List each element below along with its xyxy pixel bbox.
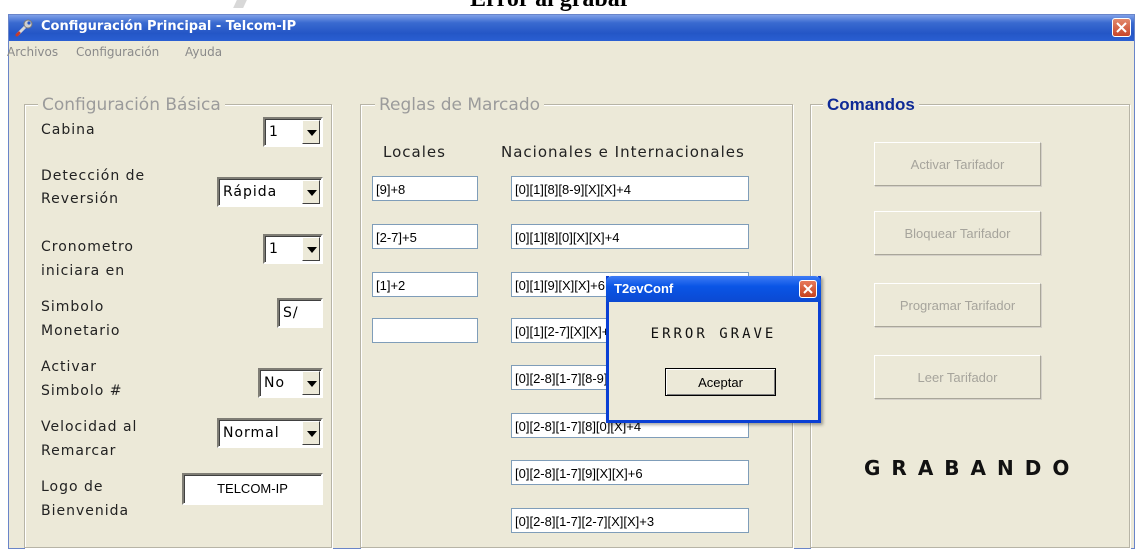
deteccion-label-2: Reversión xyxy=(41,191,119,207)
velocidad-label-2: Remarcar xyxy=(41,443,117,459)
cabina-label: Cabina xyxy=(41,122,96,138)
locales-field-4[interactable] xyxy=(372,318,478,343)
cabina-value: 1 xyxy=(269,124,279,140)
activar-select[interactable]: No xyxy=(258,368,323,398)
dialog-title-bar[interactable]: T2evConf xyxy=(606,276,821,302)
cronometro-select[interactable]: 1 xyxy=(263,234,323,264)
logo-input[interactable]: TELCOM-IP xyxy=(182,473,323,505)
window-close-button[interactable] xyxy=(1112,18,1131,37)
cronometro-label-1: Cronometro xyxy=(41,239,134,255)
nacionales-field-2[interactable]: [0][1][8][0][X][X]+4 xyxy=(511,224,749,249)
chevron-down-icon[interactable] xyxy=(302,120,320,144)
chevron-down-icon[interactable] xyxy=(302,421,320,445)
wrench-icon xyxy=(15,18,35,38)
dialog-message: ERROR GRAVE xyxy=(650,326,777,342)
simbolo-label-1: Simbolo xyxy=(41,299,105,315)
velocidad-label-1: Velocidad al xyxy=(41,419,138,435)
title-bar[interactable]: Configuración Principal - Telcom-IP xyxy=(9,15,1134,41)
dialog-close-button[interactable] xyxy=(799,280,817,298)
close-icon xyxy=(1116,22,1127,33)
locales-field-1[interactable]: [9]+8 xyxy=(372,176,478,201)
cronometro-value: 1 xyxy=(269,241,279,257)
velocidad-value: Normal xyxy=(223,425,280,441)
dialing-rules-legend: Reglas de Marcado xyxy=(375,95,545,115)
basic-config-legend: Configuración Básica xyxy=(38,95,225,115)
nacionales-header: Nacionales e Internacionales xyxy=(501,143,745,161)
deteccion-select[interactable]: Rápida xyxy=(217,177,323,207)
chevron-down-icon[interactable] xyxy=(302,180,320,204)
simbolo-value: S/ xyxy=(283,305,299,321)
activar-label-2: Simbolo # xyxy=(41,383,123,399)
bloquear-tarifador-button[interactable]: Bloquear Tarifador xyxy=(874,211,1041,255)
simbolo-label-2: Monetario xyxy=(41,323,121,339)
menu-bar: Archivos Configuración Ayuda xyxy=(7,42,1134,62)
main-window: Configuración Principal - Telcom-IP Arch… xyxy=(7,14,1135,549)
menu-archivos[interactable]: Archivos xyxy=(7,45,58,59)
commands-legend: Comandos xyxy=(823,95,919,115)
document-heading: Error al grabar xyxy=(470,0,770,13)
activar-label-1: Activar xyxy=(41,359,98,375)
simbolo-input[interactable]: S/ xyxy=(277,298,323,328)
menu-ayuda[interactable]: Ayuda xyxy=(185,45,222,59)
logo-label-2: Bienvenida xyxy=(41,503,130,519)
leer-tarifador-button[interactable]: Leer Tarifador xyxy=(874,355,1041,399)
locales-header: Locales xyxy=(383,143,446,161)
deteccion-label-1: Detección de xyxy=(41,168,146,184)
velocidad-select[interactable]: Normal xyxy=(217,418,323,448)
chevron-down-icon[interactable] xyxy=(302,237,320,261)
status-text: GRABANDO xyxy=(864,456,1081,480)
logo-label-1: Logo de xyxy=(41,479,104,495)
deteccion-value: Rápida xyxy=(223,184,278,200)
nacionales-field-8[interactable]: [0][2-8][1-7][2-7][X][X]+3 xyxy=(511,508,749,533)
programar-tarifador-button[interactable]: Programar Tarifador xyxy=(874,283,1041,327)
ok-button[interactable]: Aceptar xyxy=(665,368,776,396)
close-icon xyxy=(803,284,813,294)
dialog-title: T2evConf xyxy=(614,281,674,296)
locales-field-3[interactable]: [1]+2 xyxy=(372,272,478,297)
nacionales-field-1[interactable]: [0][1][8][8-9][X][X]+4 xyxy=(511,176,749,201)
decorative-bar xyxy=(233,0,247,8)
chevron-down-icon[interactable] xyxy=(302,371,320,395)
cronometro-label-2: iniciara en xyxy=(41,263,126,279)
window-title: Configuración Principal - Telcom-IP xyxy=(41,19,297,34)
locales-field-2[interactable]: [2-7]+5 xyxy=(372,224,478,249)
activar-tarifador-button[interactable]: Activar Tarifador xyxy=(874,142,1041,186)
error-dialog: T2evConf ERROR GRAVE Aceptar xyxy=(606,276,821,423)
nacionales-field-7[interactable]: [0][2-8][1-7][9][X][X]+6 xyxy=(511,460,749,485)
activar-value: No xyxy=(264,375,286,391)
menu-configuracion[interactable]: Configuración xyxy=(76,45,159,59)
cabina-select[interactable]: 1 xyxy=(263,117,323,147)
